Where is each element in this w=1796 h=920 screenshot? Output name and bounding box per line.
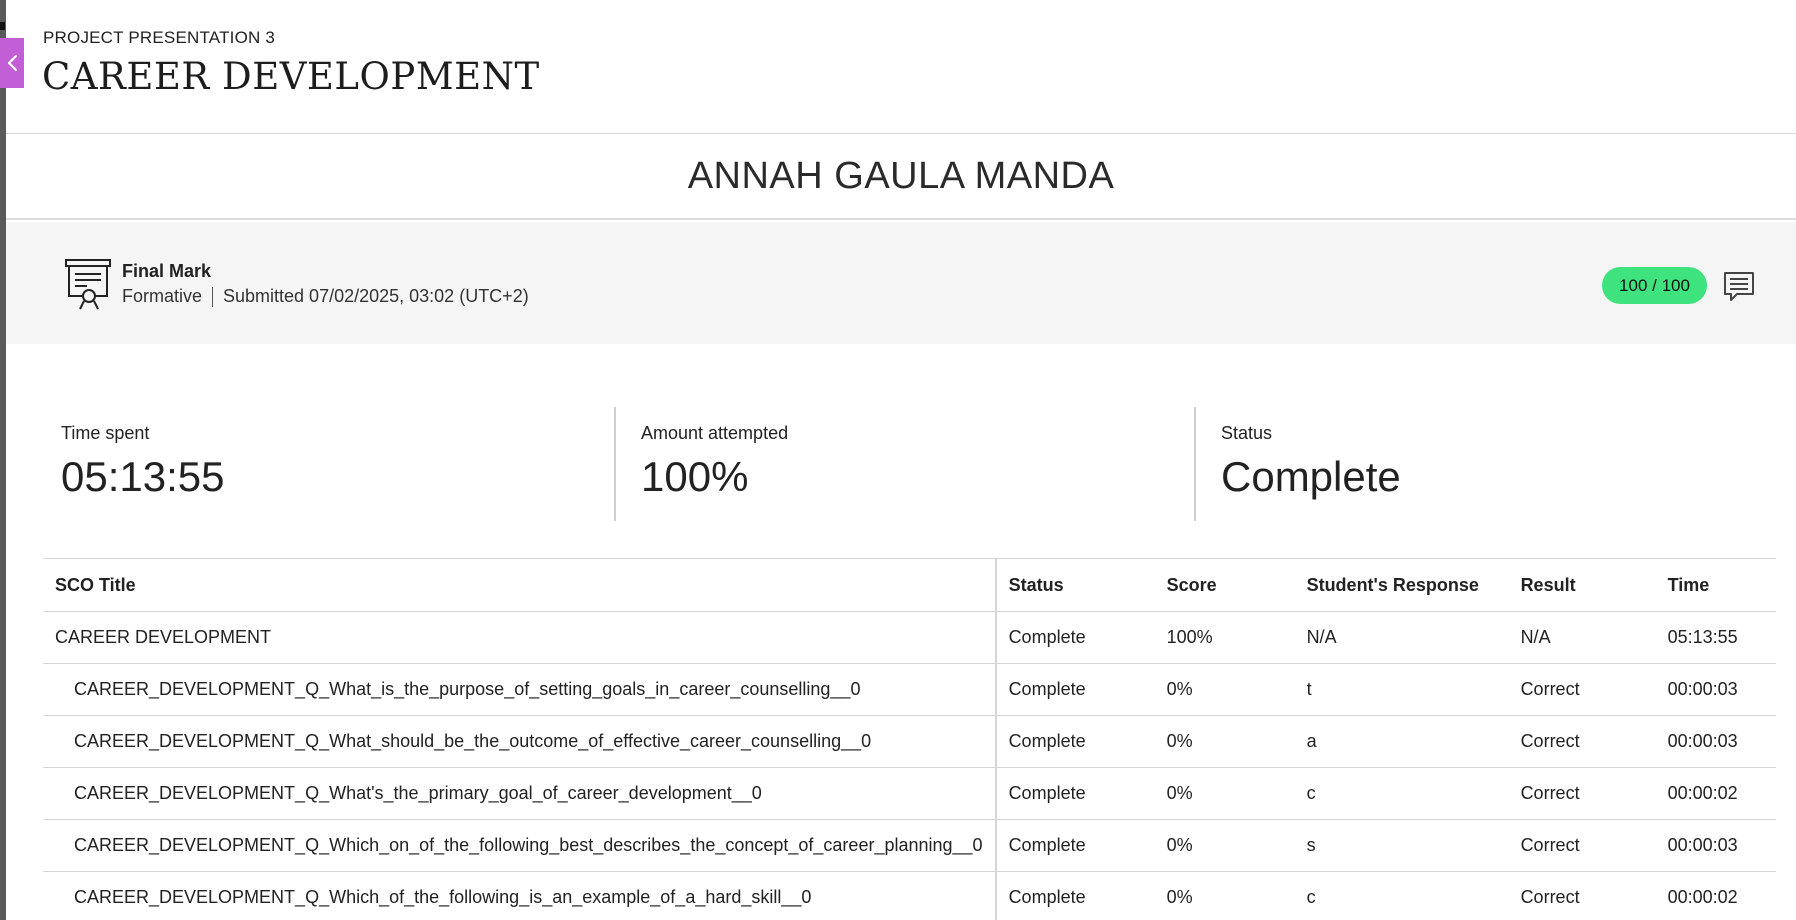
stat-label: Time spent bbox=[61, 423, 150, 443]
time-cell: 00:00:03 bbox=[1655, 819, 1776, 872]
sco-title-cell: CAREER_DEVELOPMENT_Q_Which_on_of_the_fol… bbox=[43, 819, 997, 872]
response-cell: a bbox=[1294, 715, 1509, 768]
stat-value: 100% bbox=[641, 453, 749, 500]
time-cell: 00:00:03 bbox=[1655, 663, 1776, 716]
grade-detail-panel: PROJECT PRESENTATION 3 CAREER DEVELOPMEN… bbox=[6, 0, 1796, 920]
response-cell: c bbox=[1294, 871, 1509, 920]
column-header-status[interactable]: Status bbox=[995, 558, 1155, 612]
time-cell: 05:13:55 bbox=[1655, 611, 1776, 664]
window-edge-mark bbox=[0, 22, 5, 30]
sco-title-cell: CAREER_DEVELOPMENT_Q_What_should_be_the_… bbox=[43, 715, 997, 768]
time-cell: 00:00:03 bbox=[1655, 715, 1776, 768]
comment-icon[interactable] bbox=[1722, 270, 1756, 304]
status-cell: Complete bbox=[995, 819, 1155, 872]
sco-title-cell: CAREER_DEVELOPMENT_Q_What_is_the_purpose… bbox=[43, 663, 997, 716]
column-header-score[interactable]: Score bbox=[1154, 558, 1295, 612]
separator bbox=[212, 286, 214, 307]
score-cell: 0% bbox=[1154, 663, 1295, 716]
assignment-category: PROJECT PRESENTATION 3 bbox=[43, 28, 276, 47]
page-title: CAREER DEVELOPMENT bbox=[42, 55, 540, 98]
result-cell: Correct bbox=[1508, 767, 1656, 820]
result-cell: Correct bbox=[1508, 663, 1656, 716]
column-header-response[interactable]: Student's Response bbox=[1294, 558, 1509, 612]
result-cell: Correct bbox=[1508, 871, 1656, 920]
response-cell: c bbox=[1294, 767, 1509, 820]
response-cell: s bbox=[1294, 819, 1509, 872]
result-cell: Correct bbox=[1508, 819, 1656, 872]
final-mark-details: Formative Submitted 07/02/2025, 03:02 (U… bbox=[122, 286, 529, 307]
table-row: CAREER_DEVELOPMENT_Q_Which_of_the_follow… bbox=[43, 871, 1776, 920]
time-cell: 00:00:02 bbox=[1655, 767, 1776, 820]
table-row: CAREER DEVELOPMENT Complete 100% N/A N/A… bbox=[43, 611, 1776, 664]
final-mark-title: Final Mark bbox=[122, 261, 212, 281]
score-cell: 0% bbox=[1154, 871, 1295, 920]
sco-table: SCO Title Status Score Student's Respons… bbox=[43, 558, 1776, 920]
result-cell: N/A bbox=[1508, 611, 1656, 664]
table-row: CAREER_DEVELOPMENT_Q_What_should_be_the_… bbox=[43, 715, 1776, 768]
table-row: CAREER_DEVELOPMENT_Q_What's_the_primary_… bbox=[43, 767, 1776, 820]
status-cell: Complete bbox=[995, 611, 1155, 664]
status-cell: Complete bbox=[995, 715, 1155, 768]
chevron-left-icon bbox=[7, 54, 18, 72]
student-name: ANNAH GAULA MANDA bbox=[6, 134, 1796, 220]
certificate-icon bbox=[65, 259, 111, 310]
column-header-sco-title[interactable]: SCO Title bbox=[43, 558, 997, 612]
time-cell: 00:00:02 bbox=[1655, 871, 1776, 920]
column-header-result[interactable]: Result bbox=[1508, 558, 1656, 612]
table-row: CAREER_DEVELOPMENT_Q_Which_on_of_the_fol… bbox=[43, 819, 1776, 872]
stat-value: Complete bbox=[1221, 453, 1401, 500]
column-header-time[interactable]: Time bbox=[1655, 558, 1776, 612]
status-cell: Complete bbox=[995, 663, 1155, 716]
page-header: PROJECT PRESENTATION 3 CAREER DEVELOPMEN… bbox=[6, 0, 1796, 134]
sco-title-cell: CAREER_DEVELOPMENT_Q_What's_the_primary_… bbox=[43, 767, 997, 820]
stat-value: 05:13:55 bbox=[61, 453, 225, 500]
stat-label: Status bbox=[1221, 423, 1273, 443]
final-mark-section bbox=[6, 222, 1796, 344]
score-cell: 0% bbox=[1154, 767, 1295, 820]
response-cell: t bbox=[1294, 663, 1509, 716]
back-button[interactable] bbox=[0, 38, 24, 88]
stat-divider bbox=[1194, 407, 1196, 521]
stat-divider bbox=[614, 407, 616, 521]
score-cell: 100% bbox=[1154, 611, 1295, 664]
stat-label: Amount attempted bbox=[641, 423, 789, 443]
status-cell: Complete bbox=[995, 767, 1155, 820]
result-cell: Correct bbox=[1508, 715, 1656, 768]
score-cell: 0% bbox=[1154, 819, 1295, 872]
grade-pill[interactable]: 100 / 100 bbox=[1602, 267, 1707, 304]
sco-title-cell: CAREER DEVELOPMENT bbox=[43, 611, 997, 664]
sco-title-cell: CAREER_DEVELOPMENT_Q_Which_of_the_follow… bbox=[43, 871, 997, 920]
response-cell: N/A bbox=[1294, 611, 1509, 664]
score-cell: 0% bbox=[1154, 715, 1295, 768]
submission-date: Submitted 07/02/2025, 03:02 (UTC+2) bbox=[223, 286, 529, 306]
status-cell: Complete bbox=[995, 871, 1155, 920]
grade-type: Formative bbox=[122, 286, 203, 306]
table-header-row: SCO Title Status Score Student's Respons… bbox=[43, 558, 1776, 612]
table-row: CAREER_DEVELOPMENT_Q_What_is_the_purpose… bbox=[43, 663, 1776, 716]
